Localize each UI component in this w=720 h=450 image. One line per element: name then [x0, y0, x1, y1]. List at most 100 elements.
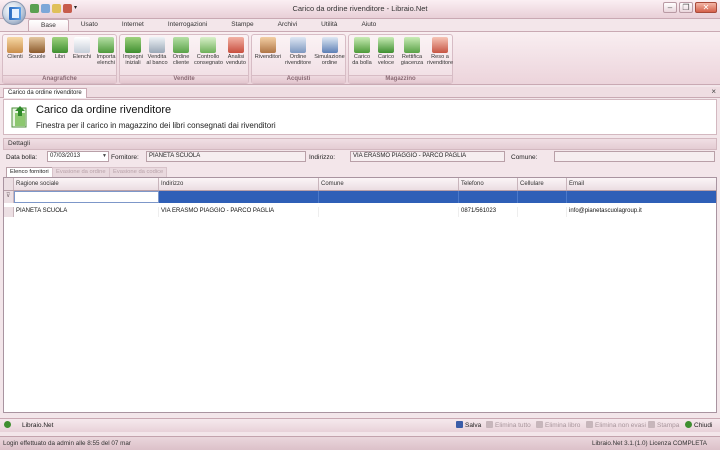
tab-interrogazioni[interactable]: Interrogazioni — [156, 19, 219, 31]
tab-usato[interactable]: Usato — [69, 19, 110, 31]
controllo-consegnato-button[interactable]: Controllo consegnato — [194, 37, 223, 66]
simulazione-label: Simulazione ordine — [314, 54, 345, 66]
tab-stampe[interactable]: Stampe — [219, 19, 265, 31]
col-ragione-sociale[interactable]: Ragione sociale — [14, 178, 159, 190]
suppliers-grid: Ragione sociale Indirizzo Comune Telefon… — [3, 177, 717, 413]
list-icon — [74, 37, 90, 53]
cell-email[interactable]: info@pianetascuolagroup.it — [567, 207, 716, 217]
simulazione-ordine-button[interactable]: Simulazione ordine — [314, 37, 345, 66]
rettifica-giacenza-button[interactable]: Rettifica giacenza — [399, 37, 425, 66]
cell-telefono[interactable]: 0871/561023 — [459, 207, 518, 217]
row-selector-header — [4, 178, 14, 190]
tab-aiuto[interactable]: Aiuto — [349, 19, 388, 31]
cart-icon — [173, 37, 189, 53]
group-acquisti: Rivenditori Ordine rivenditore Simulazio… — [251, 34, 346, 84]
elimina-non-evasi-label: Elimina non evasi — [595, 422, 646, 429]
libri-button[interactable]: Libri — [50, 37, 70, 60]
indirizzo-field[interactable]: VIA ERASMO PIAGGIO - PARCO PAGLIA — [350, 151, 505, 162]
salva-button[interactable]: Salva — [456, 421, 481, 431]
col-telefono[interactable]: Telefono — [459, 178, 518, 190]
analisi-venduto-button[interactable]: Analisi venduto — [224, 37, 248, 66]
cell-indirizzo[interactable]: VIA ERASMO PIAGGIO - PARCO PAGLIA — [159, 207, 319, 217]
cell-ragione-sociale[interactable]: PIANETA SCUOLA — [14, 207, 159, 217]
close-doc-icon[interactable]: × — [711, 87, 716, 96]
elenchi-label: Elenchi — [72, 54, 92, 60]
analisi-label: Analisi venduto — [226, 54, 246, 66]
carico-bolla-label: Carico da bolla — [352, 54, 372, 66]
filter-telefono[interactable] — [459, 191, 518, 203]
cell-cellulare[interactable] — [518, 207, 567, 217]
filter-icon: ⊽ — [6, 193, 11, 199]
delete-pending-icon — [586, 421, 593, 428]
tab-internet[interactable]: Internet — [110, 19, 156, 31]
col-cellulare[interactable]: Cellulare — [518, 178, 567, 190]
chiudi-label: Chiudi — [694, 422, 713, 429]
cell-comune[interactable] — [319, 207, 459, 217]
group-magazzino: Carico da bolla Carico veloce Rettifica … — [348, 34, 453, 84]
clienti-button[interactable]: Clienti — [5, 37, 25, 60]
filter-comune[interactable] — [319, 191, 459, 203]
fornitore-label: Fornitore: — [111, 154, 139, 161]
group-label-vendite: Vendite — [120, 75, 248, 83]
salva-label: Salva — [465, 422, 482, 429]
minimize-button[interactable]: – — [663, 2, 677, 13]
close-window-button[interactable]: ✕ — [695, 2, 717, 13]
vendita-banco-button[interactable]: Vendita al banco — [146, 37, 168, 66]
libri-label: Libri — [54, 54, 66, 60]
elenchi-button[interactable]: Elenchi — [72, 37, 92, 60]
maximize-button[interactable]: ❐ — [679, 2, 693, 13]
carico-bolla-button[interactable]: Carico da bolla — [351, 37, 373, 66]
row-selector[interactable] — [4, 207, 14, 217]
libraio-logo-icon — [4, 421, 13, 431]
filter-indirizzo[interactable] — [159, 191, 319, 203]
ordine-rivenditore-button[interactable]: Ordine rivenditore — [284, 37, 312, 66]
carico-veloce-button[interactable]: Carico veloce — [375, 37, 397, 66]
doc-tab-carico-ordine[interactable]: Carico da ordine rivenditore — [3, 88, 87, 98]
group-label-magazzino: Magazzino — [349, 75, 452, 83]
excel-import-icon — [98, 37, 114, 53]
chart-icon — [228, 37, 244, 53]
fornitore-field[interactable]: PIANETA SCUOLA — [146, 151, 306, 162]
details-form: Data bolla: 07/03/2013 ▼ Fornitore: PIAN… — [3, 150, 717, 166]
window-title: Carico da ordine rivenditore - Libraio.N… — [292, 4, 428, 13]
fast-load-icon — [378, 37, 394, 53]
page-header: Carico da ordine rivenditore Finestra pe… — [3, 99, 717, 135]
filter-email[interactable] — [567, 191, 716, 203]
elimina-tutto-label: Elimina tutto — [495, 422, 531, 429]
tab-elenco-fornitori[interactable]: Elenco fornitori — [6, 167, 53, 177]
reso-rivenditore-button[interactable]: Reso a rivenditore — [427, 37, 453, 66]
ordine-cliente-label: Ordine cliente — [172, 54, 190, 66]
data-bolla-value: 07/03/2013 — [50, 153, 81, 159]
rettifica-label: Rettifica giacenza — [400, 54, 424, 66]
elimina-non-evasi-button: Elimina non evasi — [586, 421, 646, 431]
filter-ragione-sociale[interactable] — [14, 191, 159, 203]
col-indirizzo[interactable]: Indirizzo — [159, 178, 319, 190]
col-email[interactable]: Email — [567, 178, 716, 190]
ordine-cliente-button[interactable]: Ordine cliente — [170, 37, 192, 66]
section-dettagli: Dettagli — [3, 138, 717, 150]
date-dropdown-icon[interactable]: ▼ — [102, 152, 107, 161]
comune-field[interactable] — [554, 151, 715, 162]
elimina-libro-label: Elimina libro — [545, 422, 581, 429]
controllo-label: Controllo consegnato — [194, 54, 223, 66]
tab-archivi[interactable]: Archivi — [266, 19, 310, 31]
indirizzo-label: Indirizzo: — [309, 154, 336, 161]
impegni-iniziali-button[interactable]: Impegni iniziali — [122, 37, 144, 66]
col-comune[interactable]: Comune — [319, 178, 459, 190]
app-menu-button[interactable] — [2, 1, 26, 25]
table-row[interactable]: PIANETA SCUOLA VIA ERASMO PIAGGIO - PARC… — [4, 207, 716, 217]
license-status: Libraio.Net 3.1.(1.0) Licenza COMPLETA — [591, 440, 707, 447]
print-icon — [648, 421, 655, 428]
close-icon — [685, 421, 692, 428]
rivenditori-button[interactable]: Rivenditori — [254, 37, 282, 60]
data-bolla-field[interactable]: 07/03/2013 ▼ — [47, 151, 109, 162]
importa-elenchi-button[interactable]: Importa elenchi — [95, 37, 117, 66]
book-icon — [9, 7, 21, 20]
ordine-rivenditore-label: Ordine rivenditore — [284, 54, 312, 66]
chiudi-button[interactable]: Chiudi — [685, 421, 712, 431]
filter-cellulare[interactable] — [518, 191, 567, 203]
tab-base[interactable]: Base — [28, 19, 69, 31]
grid-header: Ragione sociale Indirizzo Comune Telefon… — [4, 178, 716, 191]
scuole-button[interactable]: Scuole — [27, 37, 47, 60]
tab-utilita[interactable]: Utilità — [309, 19, 349, 31]
